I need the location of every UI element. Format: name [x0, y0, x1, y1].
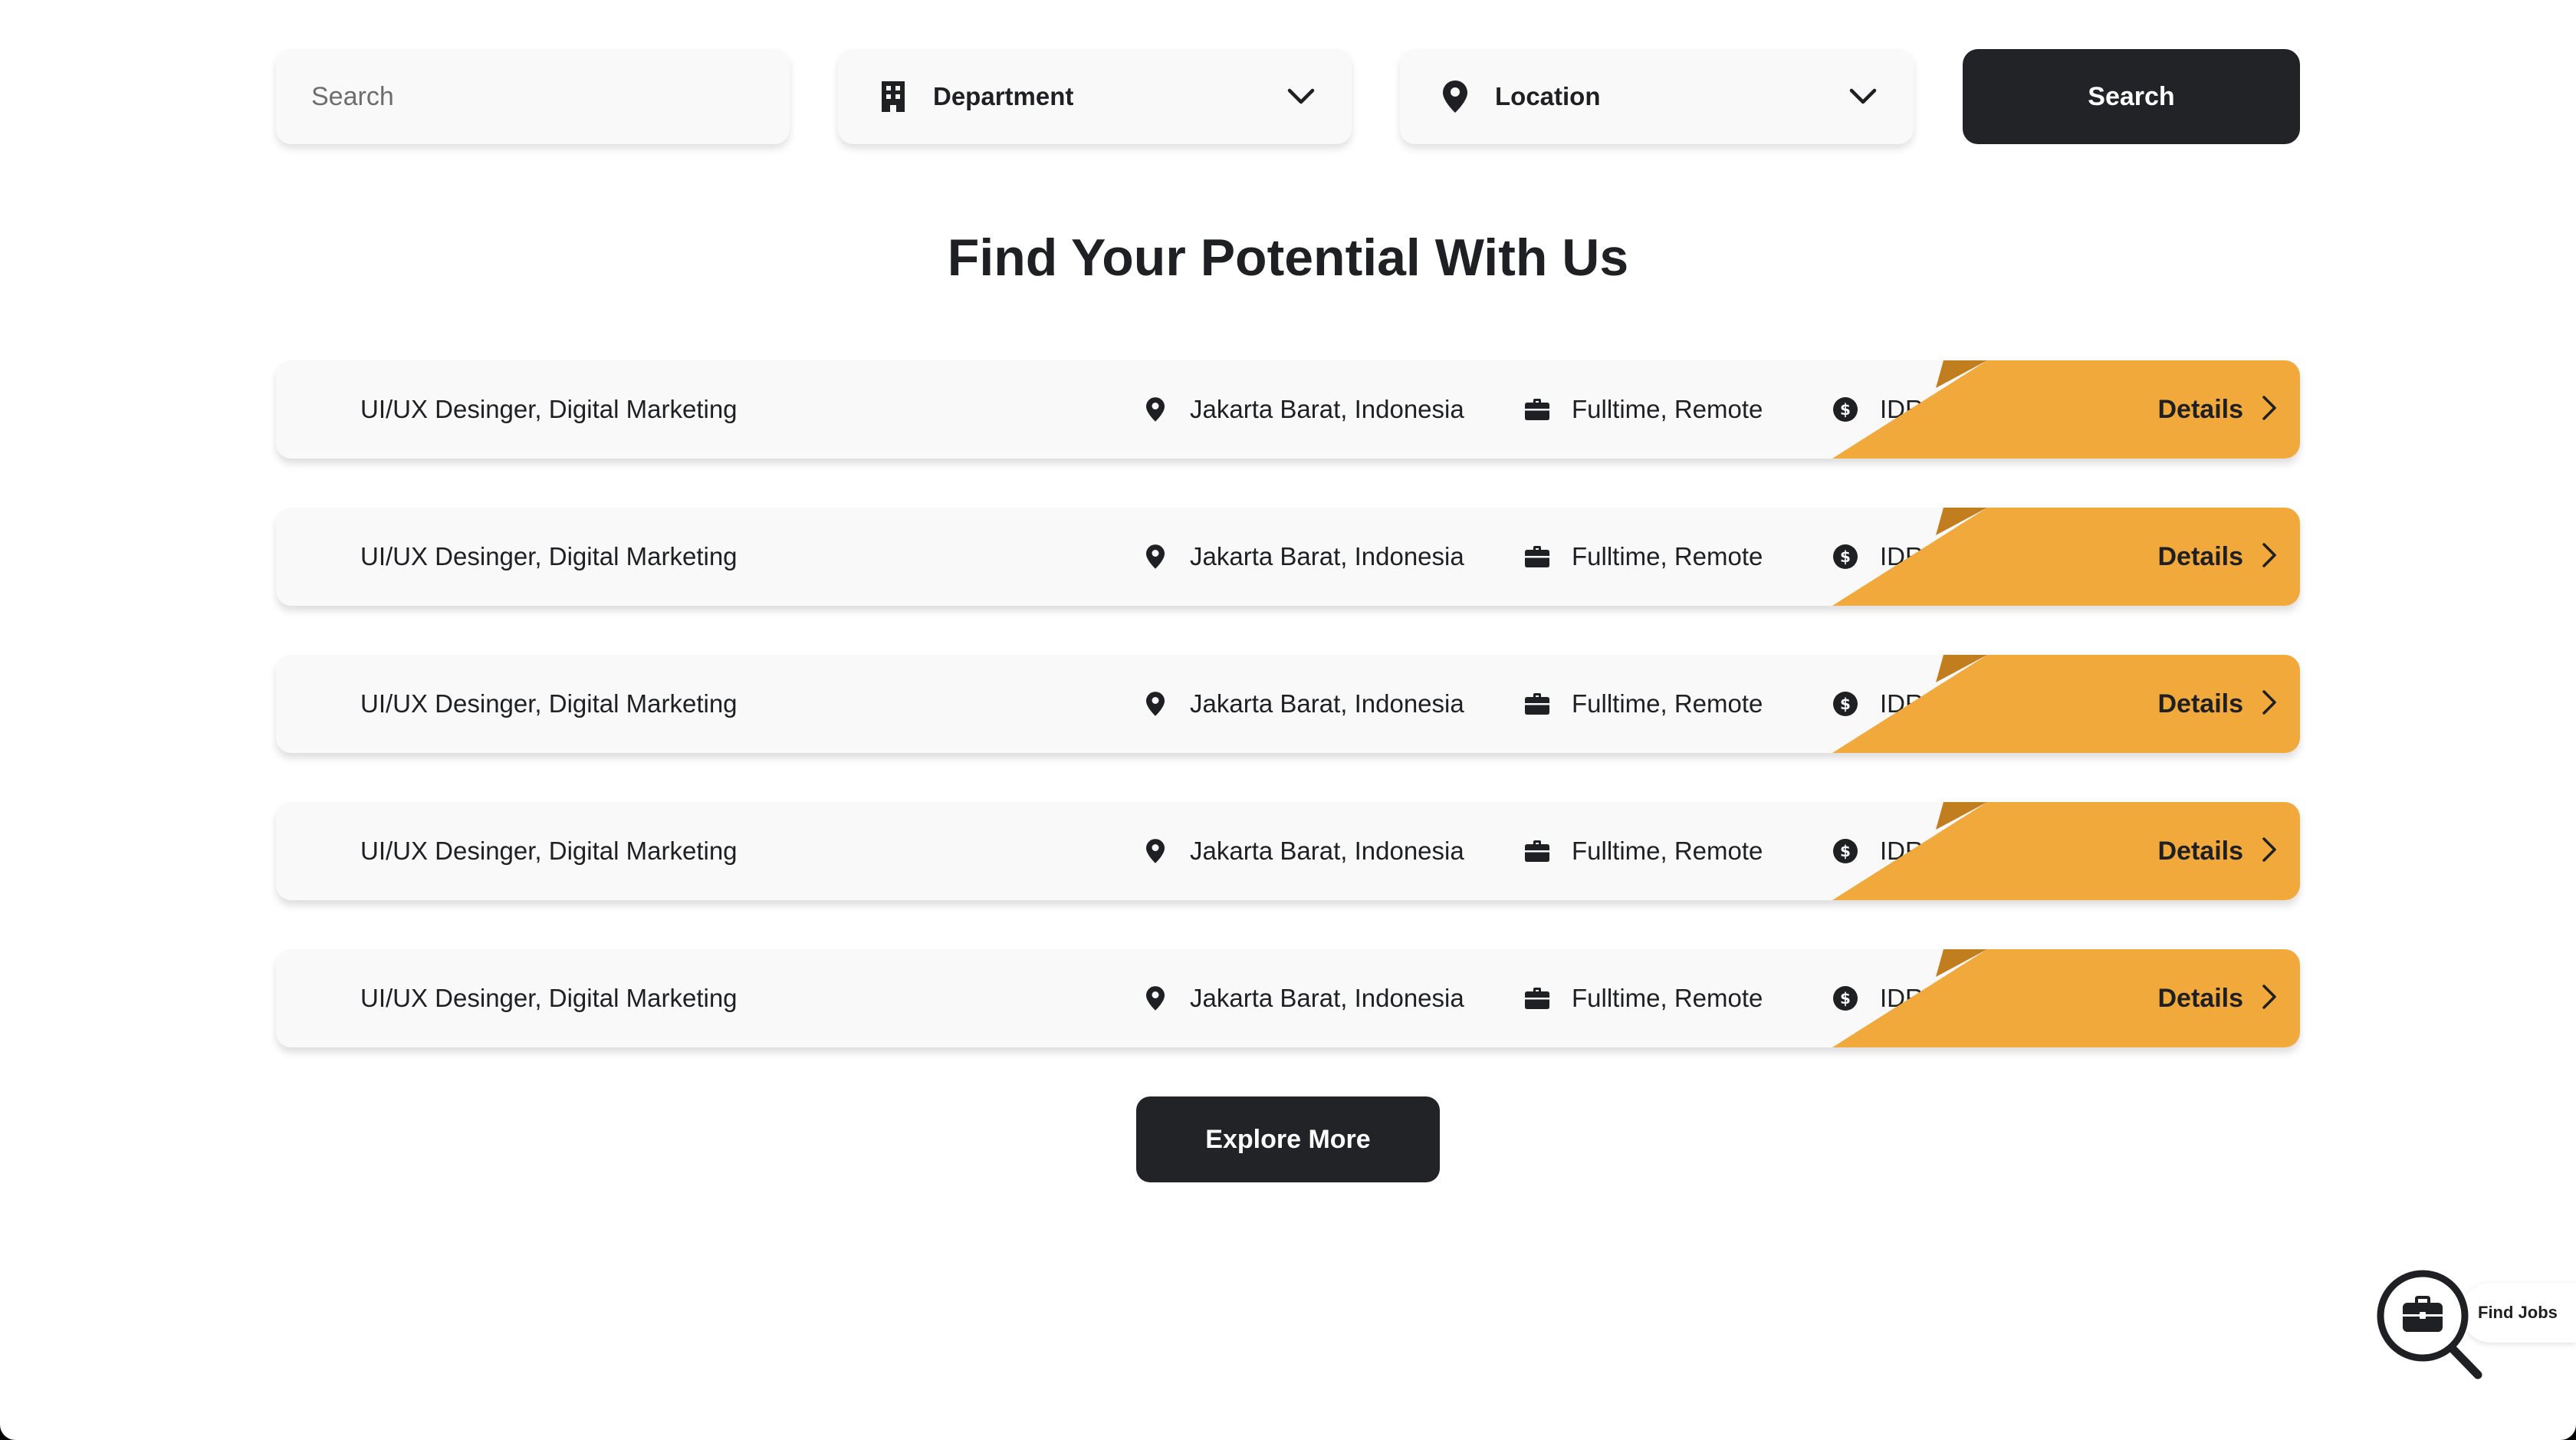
briefcase-icon [1524, 544, 1550, 570]
department-label: Department [933, 82, 1074, 110]
map-pin-icon [1142, 544, 1168, 570]
job-location: Jakarta Barat, Indonesia [1142, 802, 1464, 900]
job-title: UI/UX Desinger, Digital Marketing [360, 837, 738, 865]
details-banner: Details [1832, 508, 2300, 606]
job-title: UI/UX Desinger, Digital Marketing [360, 395, 738, 423]
chevron-right-icon [2262, 542, 2277, 572]
details-button[interactable]: Details [2158, 508, 2278, 606]
details-button[interactable]: Details [2158, 360, 2278, 459]
location-label: Location [1495, 82, 1601, 110]
job-type: Fulltime, Remote [1524, 360, 1763, 459]
map-pin-icon [1142, 691, 1168, 717]
job-location: Jakarta Barat, Indonesia [1142, 949, 1464, 1047]
job-location: Jakarta Barat, Indonesia [1142, 508, 1464, 606]
details-banner: Details [1832, 360, 2300, 459]
map-pin-icon [1142, 985, 1168, 1011]
search-button[interactable]: Search [1963, 49, 2300, 144]
job-location-text: Jakarta Barat, Indonesia [1190, 542, 1464, 570]
search-field[interactable] [276, 49, 790, 144]
briefcase-icon [1524, 985, 1550, 1011]
job-title: UI/UX Desinger, Digital Marketing [360, 542, 738, 570]
job-type-text: Fulltime, Remote [1572, 395, 1763, 423]
job-location-text: Jakarta Barat, Indonesia [1190, 984, 1464, 1012]
job-type: Fulltime, Remote [1524, 802, 1763, 900]
details-button[interactable]: Details [2158, 949, 2278, 1047]
job-type-text: Fulltime, Remote [1572, 837, 1763, 865]
map-pin-icon [1438, 80, 1472, 113]
map-pin-icon [1142, 396, 1168, 422]
window-corner [0, 1409, 31, 1440]
chevron-right-icon [2262, 689, 2277, 719]
job-row: UI/UX Desinger, Digital Marketing Jakart… [276, 508, 2300, 606]
window-corner [2545, 1409, 2576, 1440]
details-banner: Details [1832, 655, 2300, 753]
job-type-text: Fulltime, Remote [1572, 542, 1763, 570]
job-title: UI/UX Desinger, Digital Marketing [360, 689, 738, 718]
briefcase-icon [1524, 838, 1550, 864]
chevron-right-icon [2262, 984, 2277, 1014]
details-label: Details [2157, 541, 2244, 571]
job-location-text: Jakarta Barat, Indonesia [1190, 395, 1464, 423]
map-pin-icon [1142, 838, 1168, 864]
details-banner: Details [1832, 802, 2300, 900]
job-row: UI/UX Desinger, Digital Marketing Jakart… [276, 655, 2300, 753]
page-title: Find Your Potential With Us [947, 228, 1629, 287]
job-title: UI/UX Desinger, Digital Marketing [360, 984, 738, 1012]
job-type: Fulltime, Remote [1524, 508, 1763, 606]
job-type-text: Fulltime, Remote [1572, 689, 1763, 718]
details-label: Details [2157, 983, 2244, 1013]
details-button[interactable]: Details [2158, 802, 2278, 900]
explore-more-button[interactable]: Explore More [1136, 1096, 1440, 1182]
details-banner: Details [1832, 949, 2300, 1047]
building-icon [876, 80, 910, 113]
job-row: UI/UX Desinger, Digital Marketing Jakart… [276, 949, 2300, 1047]
job-type: Fulltime, Remote [1524, 655, 1763, 753]
job-location-text: Jakarta Barat, Indonesia [1190, 837, 1464, 865]
job-location: Jakarta Barat, Indonesia [1142, 655, 1464, 753]
chevron-down-icon [1286, 81, 1316, 112]
chevron-down-icon [1848, 81, 1878, 112]
details-label: Details [2157, 689, 2244, 718]
location-dropdown[interactable]: Location [1400, 49, 1914, 144]
chevron-right-icon [2262, 395, 2277, 425]
job-location: Jakarta Barat, Indonesia [1142, 360, 1464, 459]
details-button[interactable]: Details [2158, 655, 2278, 753]
job-list: UI/UX Desinger, Digital Marketing Jakart… [276, 360, 2300, 1096]
job-type-text: Fulltime, Remote [1572, 984, 1763, 1012]
job-search-icon [2369, 1264, 2492, 1384]
briefcase-icon [1524, 396, 1550, 422]
job-location-text: Jakarta Barat, Indonesia [1190, 689, 1464, 718]
department-dropdown[interactable]: Department [838, 49, 1352, 144]
job-row: UI/UX Desinger, Digital Marketing Jakart… [276, 360, 2300, 459]
job-type: Fulltime, Remote [1524, 949, 1763, 1047]
find-jobs-widget[interactable]: Find Jobs [2369, 1264, 2576, 1380]
search-input[interactable] [310, 81, 790, 113]
job-row: UI/UX Desinger, Digital Marketing Jakart… [276, 802, 2300, 900]
chevron-right-icon [2262, 837, 2277, 866]
briefcase-icon [1524, 691, 1550, 717]
details-label: Details [2157, 394, 2244, 424]
details-label: Details [2157, 836, 2244, 866]
